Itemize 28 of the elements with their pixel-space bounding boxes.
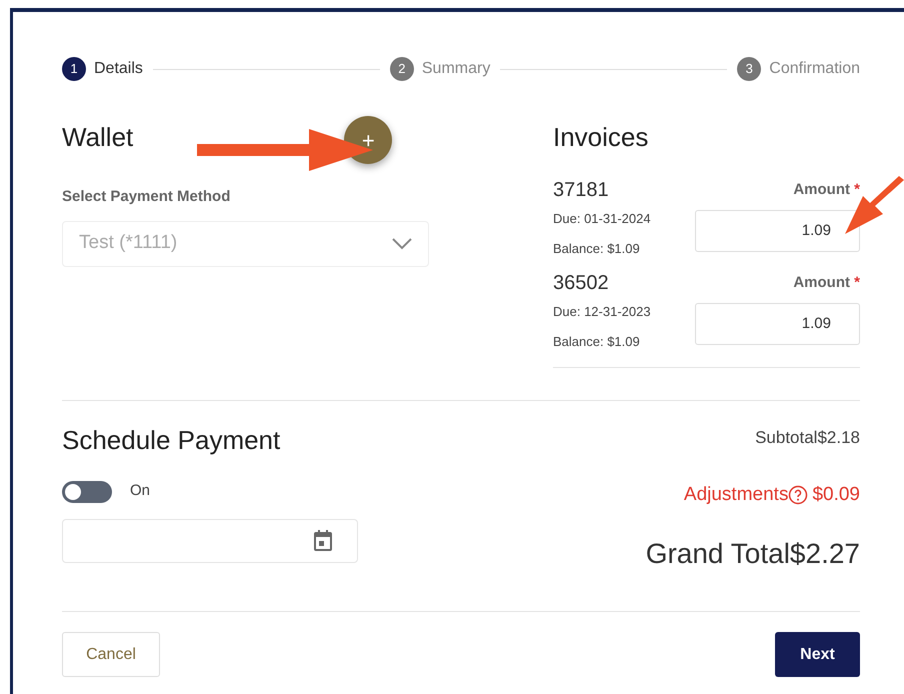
subtotal: Subtotal$2.18: [755, 427, 860, 450]
cancel-button[interactable]: Cancel: [62, 632, 160, 678]
step-label: Details: [94, 59, 143, 79]
step-number: 2: [390, 57, 414, 81]
step-number: 1: [62, 57, 86, 81]
step-number: 3: [737, 57, 762, 81]
step-label: Confirmation: [769, 59, 860, 79]
section-title: Schedule Payment: [62, 425, 282, 456]
invoice-number: 36502: [553, 271, 610, 296]
amount-input[interactable]: 1.09: [695, 302, 860, 345]
due-date: Due: 01-31-2024: [553, 210, 651, 228]
section-title: Wallet: [62, 122, 134, 154]
adjustments-label: Adjustments: [684, 482, 788, 507]
section-title: Invoices: [553, 122, 650, 154]
amount-label: Amount *: [793, 273, 860, 294]
toggle-label: On: [130, 481, 150, 502]
invoice-number: 37181: [553, 178, 610, 204]
field-label: Select Payment Method: [62, 187, 232, 207]
step-label: Summary: [422, 59, 490, 79]
select-value: Test (*1111): [79, 231, 178, 256]
amount-input[interactable]: 1.09: [695, 210, 860, 252]
next-button[interactable]: Next: [775, 632, 860, 678]
balance: Balance: $1.09: [553, 240, 641, 258]
adjustments-amount: $0.09: [812, 482, 860, 507]
amount-label: Amount *: [793, 180, 860, 200]
due-date: Due: 12-31-2023: [553, 303, 651, 322]
balance: Balance: $1.09: [553, 332, 641, 351]
grand-total: Grand Total$2.27: [646, 537, 860, 572]
